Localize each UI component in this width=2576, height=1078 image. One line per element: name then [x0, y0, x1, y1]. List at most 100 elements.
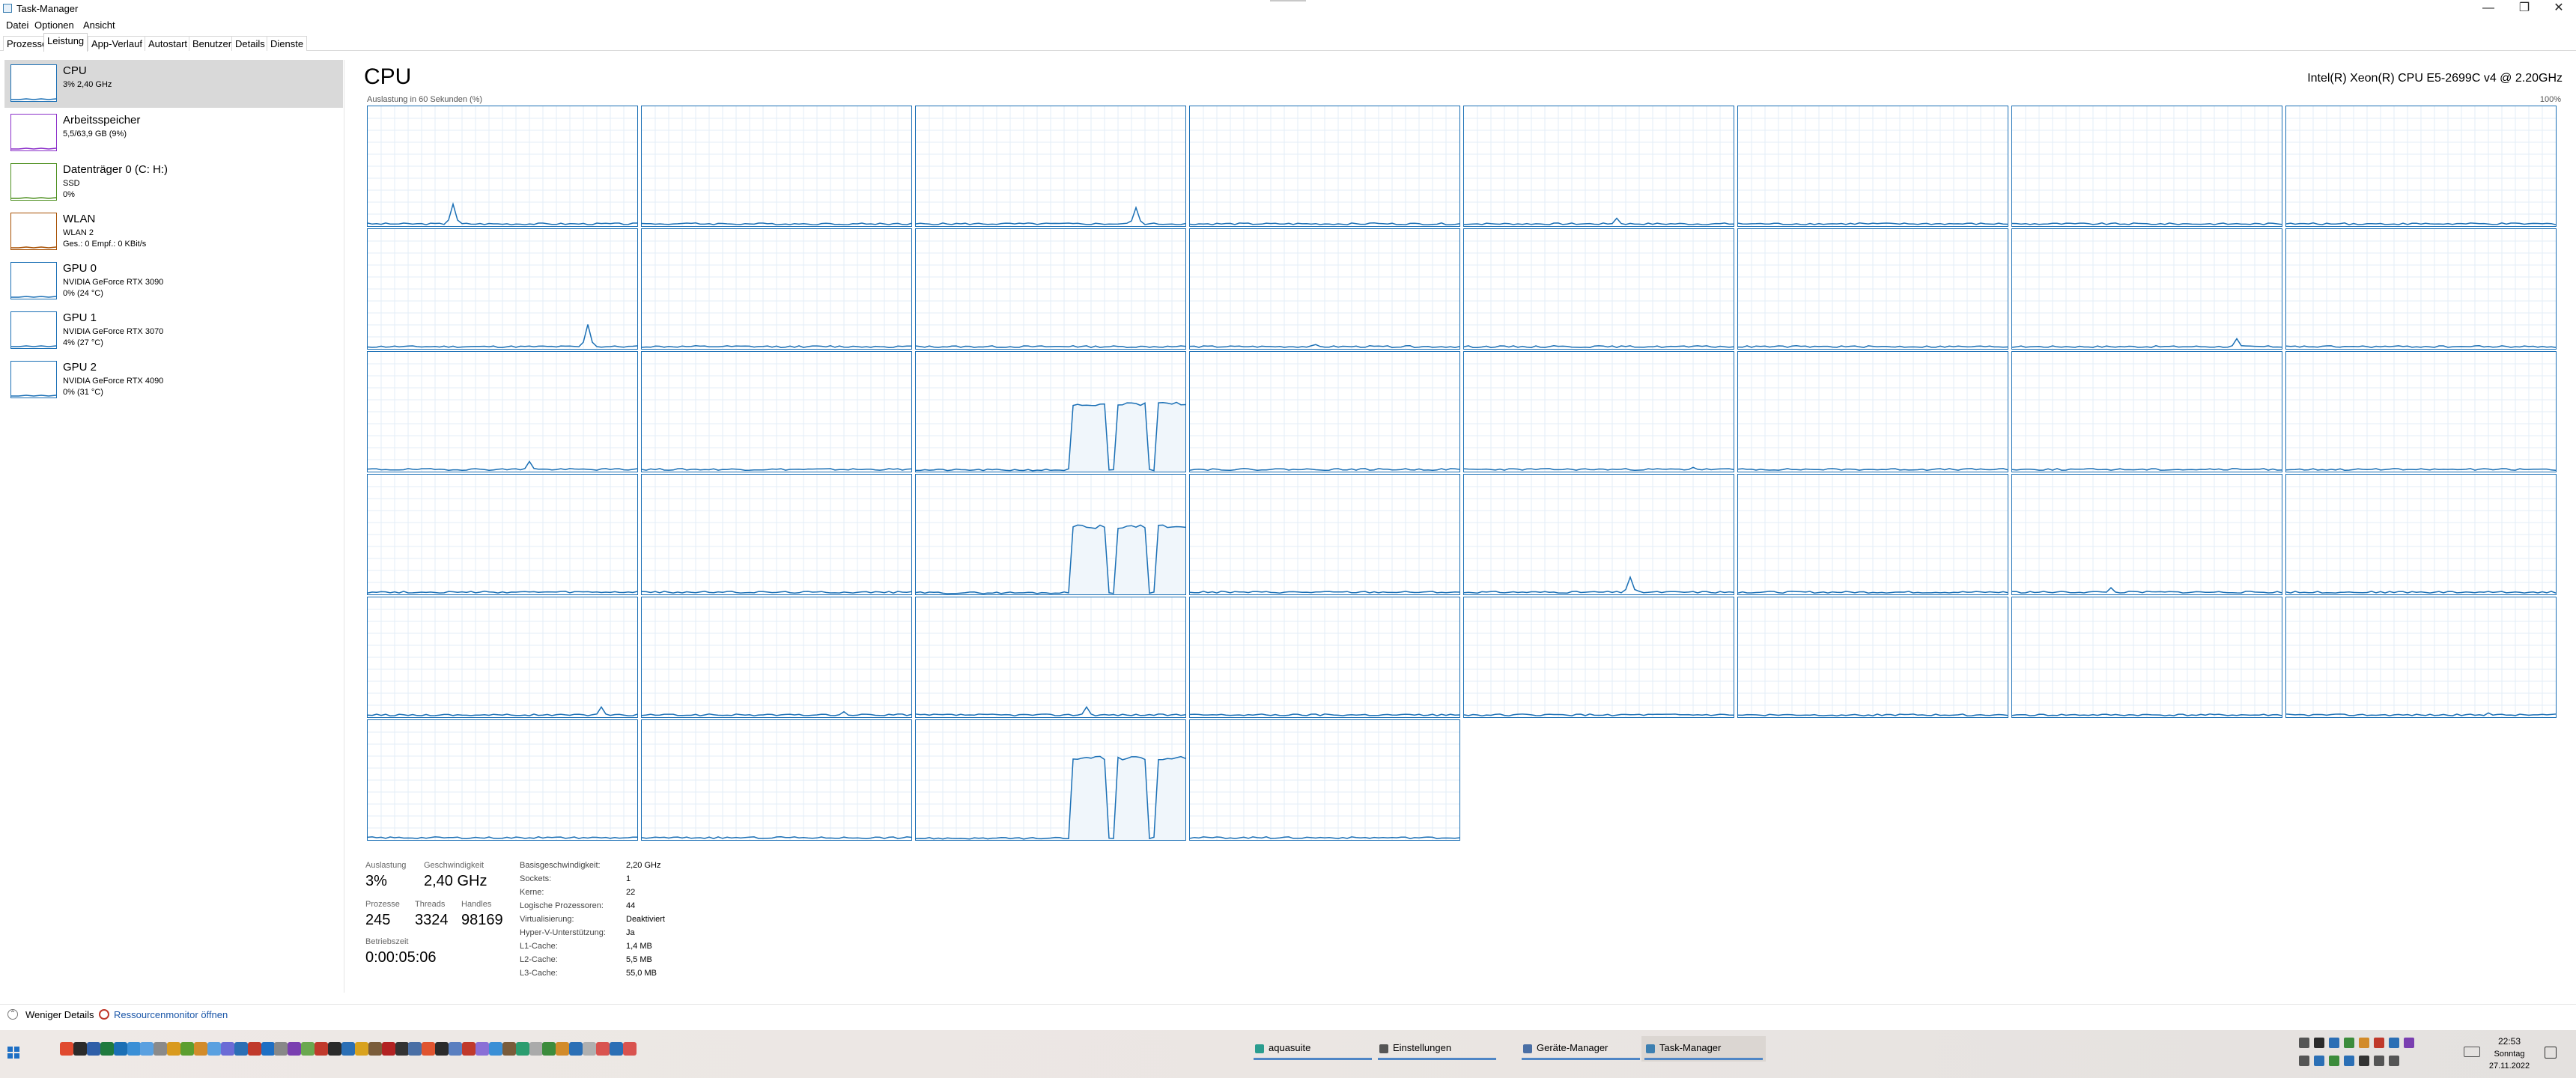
fewer-details-link[interactable]: Weniger Details	[25, 1009, 94, 1020]
taskbar-window-einstellungen[interactable]: Einstellungen	[1375, 1036, 1499, 1062]
sidebar-item-datenträger-0[interactable]: Datenträger 0 (C: H:) SSD 0%	[4, 159, 343, 207]
taskbar-pinned-app-icon[interactable]	[180, 1042, 195, 1056]
taskbar-window-aquasuite[interactable]: aquasuite	[1251, 1036, 1375, 1062]
sidebar-item-gpu-0[interactable]: GPU 0 NVIDIA GeForce RTX 3090 0% (24 °C)	[4, 258, 343, 305]
taskbar-pinned-app-icon[interactable]	[113, 1042, 127, 1056]
minimize-button[interactable]: —	[2471, 0, 2506, 16]
taskbar-pinned-app-icon[interactable]	[341, 1042, 355, 1056]
system-tray-icon[interactable]	[2314, 1056, 2324, 1066]
taskbar-pinned-app-icon[interactable]	[462, 1042, 476, 1056]
snap-handle[interactable]	[1270, 0, 1306, 1]
taskbar-pinned-app-icon[interactable]	[488, 1042, 502, 1056]
system-tray-icon[interactable]	[2344, 1056, 2354, 1066]
taskbar-pinned-app-icon[interactable]	[328, 1042, 341, 1056]
system-tray-icon[interactable]	[2389, 1056, 2399, 1066]
taskbar-pinned-app-icon[interactable]	[261, 1042, 275, 1056]
taskbar-pinned-app-icon[interactable]	[127, 1042, 141, 1056]
taskbar-pinned-app-icon[interactable]	[529, 1042, 543, 1056]
sidebar-item-gpu-1[interactable]: GPU 1 NVIDIA GeForce RTX 3070 4% (27 °C)	[4, 307, 343, 355]
taskbar-pinned-app-icon[interactable]	[381, 1042, 395, 1056]
taskbar-pinned-app-icon[interactable]	[569, 1042, 583, 1056]
system-tray-icon[interactable]	[2299, 1038, 2309, 1048]
clock-time[interactable]: 22:53	[2491, 1036, 2528, 1047]
sidebar-item-detail: 5,5/63,9 GB (9%)	[63, 129, 127, 140]
taskbar-pinned-app-icon[interactable]	[140, 1042, 154, 1056]
system-tray-icon[interactable]	[2329, 1056, 2339, 1066]
tab-details[interactable]: Details	[231, 36, 269, 51]
close-button[interactable]: ✕	[2542, 0, 2576, 16]
keyboard-icon[interactable]	[2464, 1047, 2480, 1057]
taskbar-pinned-app-icon[interactable]	[315, 1042, 329, 1056]
taskbar-pinned-app-icon[interactable]	[395, 1042, 409, 1056]
taskbar-pinned-app-icon[interactable]	[60, 1042, 73, 1056]
clock-day[interactable]: Sonntag	[2491, 1050, 2528, 1059]
taskbar-pinned-app-icon[interactable]	[100, 1042, 114, 1056]
taskbar-pinned-app-icon[interactable]	[301, 1042, 315, 1056]
menu-ansicht[interactable]: Ansicht	[83, 19, 115, 31]
system-tray-icon[interactable]	[2329, 1038, 2339, 1048]
menu-optionen[interactable]: Optionen	[34, 19, 74, 31]
resource-monitor-icon[interactable]	[99, 1009, 109, 1020]
notification-center-icon[interactable]	[2545, 1047, 2557, 1059]
tab-dienste[interactable]: Dienste	[267, 36, 308, 51]
resource-monitor-link[interactable]: Ressourcenmonitor öffnen	[114, 1009, 228, 1020]
taskbar-pinned-app-icon[interactable]	[422, 1042, 436, 1056]
system-tray-icon[interactable]	[2344, 1038, 2354, 1048]
title-bar[interactable]: Task-Manager — ❐ ✕	[0, 0, 2576, 16]
sidebar-item-wlan[interactable]: WLAN WLAN 2 Ges.: 0 Empf.: 0 KBit/s	[4, 208, 343, 256]
taskbar-pinned-app-icon[interactable]	[154, 1042, 168, 1056]
sidebar-item-detail: NVIDIA GeForce RTX 4090 0% (31 °C)	[63, 376, 163, 398]
windows-start-icon[interactable]	[7, 1047, 19, 1059]
system-tray-icon[interactable]	[2359, 1056, 2369, 1066]
taskbar-pinned-app-icon[interactable]	[475, 1042, 489, 1056]
sidebar-item-cpu[interactable]: CPU 3% 2,40 GHz	[4, 60, 343, 108]
system-tray-icon[interactable]	[2389, 1038, 2399, 1048]
taskbar-pinned-app-icon[interactable]	[609, 1042, 623, 1056]
taskbar-pinned-app-icon[interactable]	[583, 1042, 597, 1056]
menu-datei[interactable]: Datei	[6, 19, 28, 31]
clock-date[interactable]: 27.11.2022	[2486, 1062, 2533, 1071]
taskbar-pinned-app-icon[interactable]	[354, 1042, 368, 1056]
taskbar-window-geräte-manager[interactable]: Geräte-Manager	[1519, 1036, 1643, 1062]
taskbar-pinned-app-icon[interactable]	[596, 1042, 610, 1056]
taskbar-pinned-app-icon[interactable]	[408, 1042, 422, 1056]
system-tray-icon[interactable]	[2359, 1038, 2369, 1048]
logical-processor-graph	[915, 474, 1186, 595]
tab-leistung[interactable]: Leistung	[43, 33, 88, 52]
taskbar-pinned-app-icon[interactable]	[542, 1042, 556, 1056]
taskbar-pinned-app-icon[interactable]	[622, 1042, 637, 1056]
taskbar-pinned-app-icon[interactable]	[220, 1042, 234, 1056]
taskbar-pinned-app-icon[interactable]	[368, 1042, 382, 1056]
system-tray-icon[interactable]	[2404, 1038, 2414, 1048]
taskbar-window-task-manager[interactable]: Task-Manager	[1641, 1036, 1766, 1062]
system-tray-icon[interactable]	[2314, 1038, 2324, 1048]
tab-app-verlauf[interactable]: App-Verlauf	[88, 36, 146, 51]
taskbar-pinned-app-icon[interactable]	[274, 1042, 288, 1056]
taskbar-pinned-app-icon[interactable]	[556, 1042, 570, 1056]
taskbar-pinned-app-icon[interactable]	[515, 1042, 529, 1056]
taskbar-pinned-app-icon[interactable]	[502, 1042, 516, 1056]
taskbar-pinned-app-icon[interactable]	[234, 1042, 248, 1056]
system-tray-icon[interactable]	[2374, 1038, 2384, 1048]
taskbar-pinned-app-icon[interactable]	[194, 1042, 207, 1056]
taskbar-pinned-app-icon[interactable]	[449, 1042, 463, 1056]
chevron-up-icon[interactable]: ⌃	[7, 1009, 18, 1020]
taskbar-pinned-app-icon[interactable]	[435, 1042, 449, 1056]
system-tray-icon[interactable]	[2299, 1056, 2309, 1066]
system-tray-icon[interactable]	[2374, 1056, 2384, 1066]
taskbar-pinned-app-icon[interactable]	[207, 1042, 221, 1056]
taskbar-pinned-app-icon[interactable]	[288, 1042, 302, 1056]
taskbar-pinned-app-icon[interactable]	[73, 1042, 87, 1056]
sidebar-item-detail-line: 0% (24 °C)	[63, 289, 103, 298]
taskbar-pinned-app-icon[interactable]	[86, 1042, 100, 1056]
sidebar-item-arbeitsspeicher[interactable]: Arbeitsspeicher 5,5/63,9 GB (9%)	[4, 109, 343, 157]
tab-autostart[interactable]: Autostart	[145, 36, 192, 51]
restore-button[interactable]: ❐	[2507, 0, 2542, 16]
taskbar-pinned-app-icon[interactable]	[167, 1042, 181, 1056]
logical-processor-graph	[2285, 351, 2557, 472]
taskbar-pinned-app-icon[interactable]	[247, 1042, 261, 1056]
tab-benutzer[interactable]: Benutzer	[189, 36, 236, 51]
sidebar-item-gpu-2[interactable]: GPU 2 NVIDIA GeForce RTX 4090 0% (31 °C)	[4, 356, 343, 404]
logical-processor-grid[interactable]	[367, 106, 2564, 854]
detail-label: L3-Cache:	[520, 969, 558, 978]
